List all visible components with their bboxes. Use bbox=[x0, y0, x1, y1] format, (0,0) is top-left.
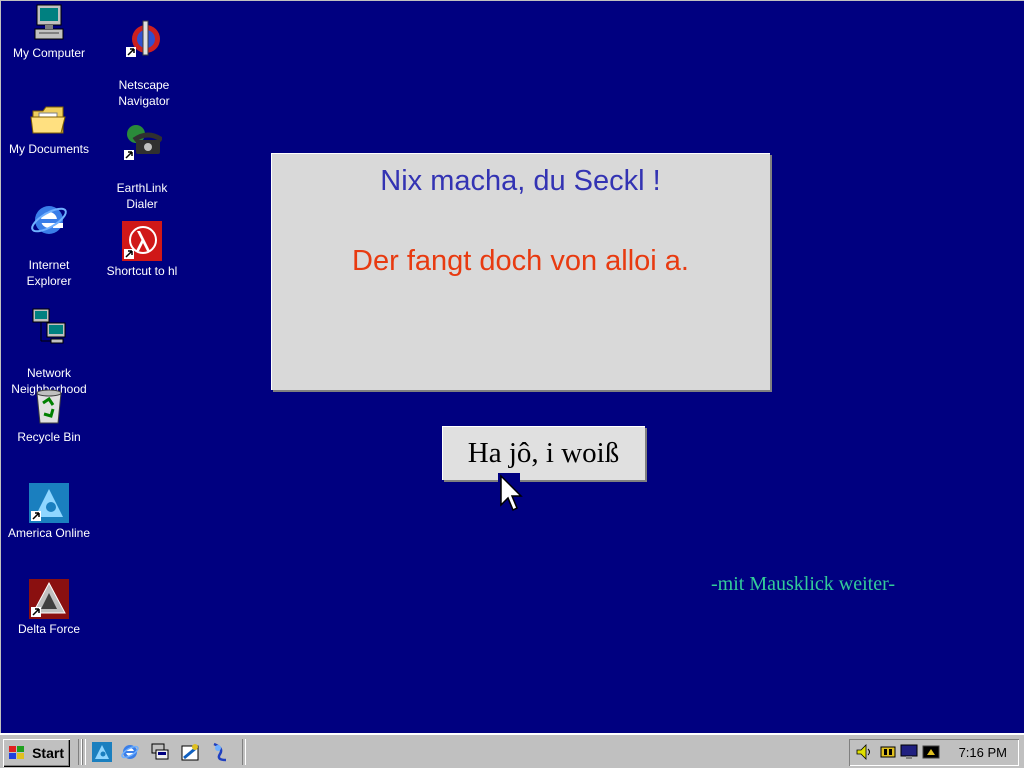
taskbar-separator bbox=[82, 739, 86, 765]
desktop-icon-shortcut-to-hl[interactable]: Shortcut to hl bbox=[94, 221, 190, 279]
recycle-bin-icon bbox=[36, 389, 62, 424]
aol-icon[interactable] bbox=[92, 742, 112, 762]
scheduler-icon[interactable] bbox=[922, 743, 940, 761]
desktop-icon-network-neighborhood[interactable]: Network Neighborhood bbox=[1, 291, 97, 397]
desktop-icon-my-computer[interactable]: My Computer bbox=[1, 3, 97, 61]
desktop-icon-recycle-bin[interactable]: Recycle Bin bbox=[1, 387, 97, 445]
netscape-icon bbox=[126, 20, 160, 57]
delta-force-icon bbox=[29, 579, 69, 619]
start-button[interactable]: Start bbox=[3, 739, 70, 767]
internet-explorer-icon[interactable] bbox=[120, 742, 140, 762]
network-status-icon[interactable] bbox=[879, 743, 897, 761]
desktop-icon-delta-force[interactable]: Delta Force bbox=[1, 579, 97, 637]
continue-hint: -mit Mausklick weiter- bbox=[711, 573, 895, 595]
desktop-icon-label: EarthLink Dialer bbox=[116, 181, 168, 211]
message-panel: Nix macha, du Seckl ! Der fangt doch von… bbox=[271, 153, 770, 390]
half-life-icon bbox=[122, 221, 162, 261]
aol-icon bbox=[29, 483, 69, 523]
mouse-cursor-icon bbox=[498, 473, 523, 512]
message-line-2: Der fangt doch von alloi a. bbox=[352, 245, 689, 277]
desktop-icon-label: Recycle Bin bbox=[17, 430, 81, 444]
desktop: My Computer My Documents Internet Explor… bbox=[0, 0, 1024, 733]
message-line-1: Nix macha, du Seckl ! bbox=[380, 165, 661, 197]
start-label: Start bbox=[32, 745, 64, 761]
desktop-icon-netscape-navigator[interactable]: Netscape Navigator bbox=[96, 3, 192, 109]
channels-icon[interactable] bbox=[180, 742, 200, 762]
computer-icon bbox=[34, 4, 64, 40]
desktop-icon-internet-explorer[interactable]: Internet Explorer bbox=[1, 183, 97, 289]
reply-button[interactable]: Ha jô, i woiß bbox=[442, 426, 645, 480]
taskbar: Start 7:16 PM bbox=[0, 733, 1024, 768]
volume-icon[interactable] bbox=[855, 743, 873, 761]
desktop-icon-label: Internet Explorer bbox=[26, 258, 72, 288]
desktop-icon-america-online[interactable]: America Online bbox=[1, 483, 97, 541]
desktop-icon-label: My Documents bbox=[8, 142, 90, 156]
windows-logo-icon bbox=[9, 746, 24, 759]
network-icon bbox=[32, 308, 66, 344]
desktop-icon-earthlink-dialer[interactable]: EarthLink Dialer bbox=[94, 106, 190, 212]
desktop-icon-label: My Computer bbox=[12, 46, 86, 60]
monitor-icon[interactable] bbox=[900, 743, 918, 761]
desktop-icon-label: America Online bbox=[7, 526, 91, 540]
folder-icon bbox=[30, 106, 66, 134]
outlook-icon[interactable] bbox=[210, 742, 230, 762]
internet-explorer-icon bbox=[31, 206, 67, 234]
phone-icon bbox=[124, 125, 162, 160]
taskbar-clock[interactable]: 7:16 PM bbox=[959, 739, 1007, 766]
desktop-icon-label: Netscape Navigator bbox=[118, 78, 170, 108]
taskbar-separator bbox=[242, 739, 246, 765]
desktop-icon-label: Delta Force bbox=[17, 622, 81, 636]
desktop-icon[interactable] bbox=[150, 742, 170, 762]
desktop-icon-my-documents[interactable]: My Documents bbox=[1, 99, 97, 157]
system-tray: 7:16 PM bbox=[849, 739, 1019, 766]
desktop-icon-label: Shortcut to hl bbox=[106, 264, 178, 278]
